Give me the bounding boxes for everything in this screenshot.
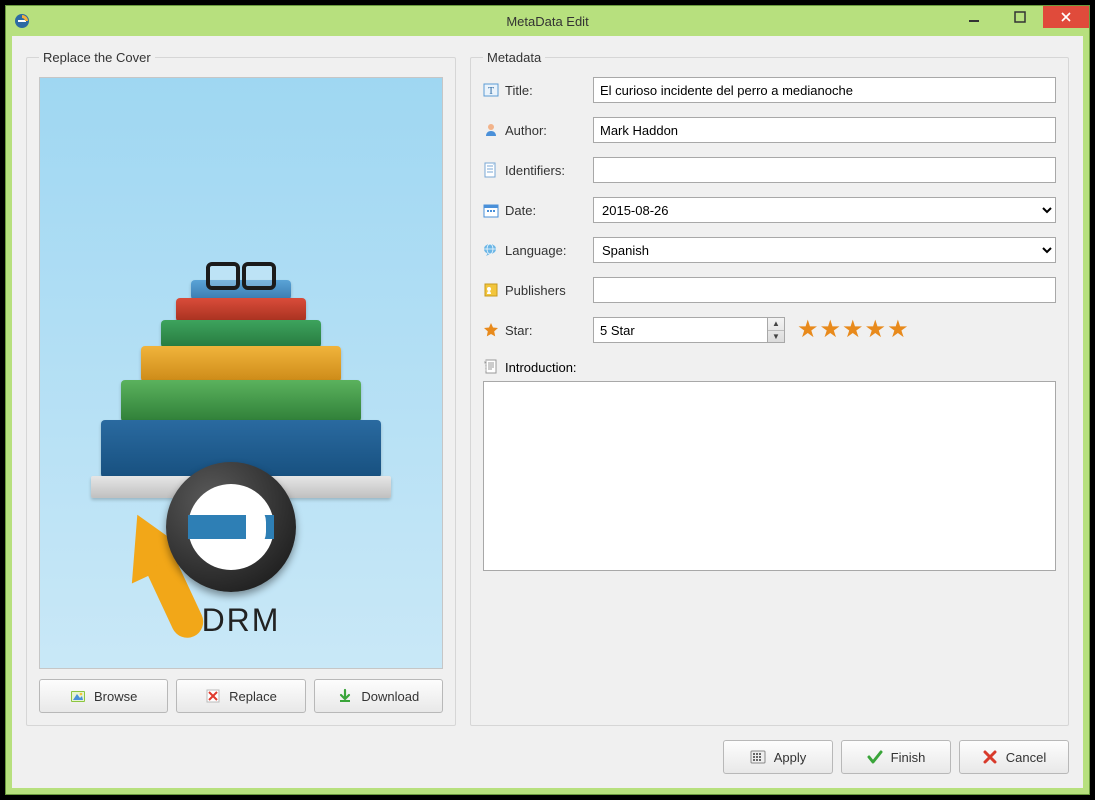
apply-button[interactable]: Apply <box>723 740 833 774</box>
spinner-buttons: ▲ ▼ <box>767 318 784 342</box>
title-label: Title: <box>505 83 533 98</box>
cover-group: Replace the Cover <box>26 50 456 726</box>
date-label: Date: <box>505 203 536 218</box>
star-spinner[interactable]: 5 Star ▲ ▼ <box>593 317 785 343</box>
title-input[interactable] <box>593 77 1056 103</box>
minimize-button[interactable] <box>951 6 997 28</box>
author-label: Author: <box>505 123 547 138</box>
download-button[interactable]: Download <box>314 679 443 713</box>
cover-art: DRM <box>46 84 436 662</box>
app-window: MetaData Edit Replace the Cover <box>5 5 1090 795</box>
date-icon <box>483 202 499 218</box>
star-filled-icon: ★ <box>865 318 887 342</box>
maximize-button[interactable] <box>997 6 1043 28</box>
metadata-group: Metadata T Title: <box>470 50 1069 726</box>
apply-icon <box>750 749 766 765</box>
download-label: Download <box>361 689 419 704</box>
metadata-legend: Metadata <box>483 50 545 65</box>
cancel-button[interactable]: Cancel <box>959 740 1069 774</box>
star-filled-icon: ★ <box>842 318 864 342</box>
download-icon <box>337 688 353 704</box>
star-label: Star: <box>505 323 532 338</box>
identifiers-icon <box>483 162 499 178</box>
title-icon: T <box>483 82 499 98</box>
introduction-icon <box>483 359 499 375</box>
client-area: Replace the Cover <box>12 36 1083 788</box>
star-display: ★ ★ ★ ★ ★ <box>797 318 909 342</box>
finish-icon <box>867 749 883 765</box>
introduction-label: Introduction: <box>505 360 577 375</box>
apply-label: Apply <box>774 750 807 765</box>
window-title: MetaData Edit <box>6 14 1089 29</box>
cancel-icon <box>982 749 998 765</box>
drm-badge: DRM <box>176 598 306 642</box>
identifiers-label: Identifiers: <box>505 163 565 178</box>
publishers-icon <box>483 282 499 298</box>
identifiers-row: Identifiers: <box>483 157 1056 183</box>
replace-icon <box>205 688 221 704</box>
language-label: Language: <box>505 243 566 258</box>
star-filled-icon: ★ <box>797 318 819 342</box>
app-icon <box>14 13 30 29</box>
svg-text:T: T <box>488 86 494 97</box>
introduction-textarea[interactable] <box>483 381 1056 571</box>
main-area: Replace the Cover <box>26 50 1069 726</box>
browse-button[interactable]: Browse <box>39 679 168 713</box>
replace-label: Replace <box>229 689 277 704</box>
publishers-input[interactable] <box>593 277 1056 303</box>
star-filled-icon: ★ <box>887 318 909 342</box>
titlebar: MetaData Edit <box>6 6 1089 36</box>
star-icon <box>483 322 499 338</box>
language-icon <box>483 242 499 258</box>
language-select[interactable]: Spanish <box>593 237 1056 263</box>
star-filled-icon: ★ <box>820 318 842 342</box>
introduction-label-row: Introduction: <box>483 359 1056 375</box>
browse-label: Browse <box>94 689 137 704</box>
finish-button[interactable]: Finish <box>841 740 951 774</box>
cover-actions: Browse Replace Download <box>39 679 443 713</box>
cover-image: DRM <box>39 77 443 669</box>
spinner-up[interactable]: ▲ <box>768 318 784 331</box>
publishers-label: Publishers <box>505 283 566 298</box>
title-row: T Title: <box>483 77 1056 103</box>
author-icon <box>483 122 499 138</box>
close-button[interactable] <box>1043 6 1089 28</box>
date-select[interactable]: 2015-08-26 <box>593 197 1056 223</box>
publishers-row: Publishers <box>483 277 1056 303</box>
author-input[interactable] <box>593 117 1056 143</box>
footer-buttons: Apply Finish Cancel <box>26 726 1069 774</box>
browse-icon <box>70 688 86 704</box>
cancel-label: Cancel <box>1006 750 1046 765</box>
star-value-text: 5 Star <box>600 323 635 338</box>
window-controls <box>951 6 1089 28</box>
drm-text: DRM <box>202 602 281 639</box>
identifiers-input[interactable] <box>593 157 1056 183</box>
spinner-down[interactable]: ▼ <box>768 331 784 343</box>
cover-legend: Replace the Cover <box>39 50 155 65</box>
finish-label: Finish <box>891 750 926 765</box>
sphere-logo <box>166 462 296 592</box>
replace-button[interactable]: Replace <box>176 679 305 713</box>
author-row: Author: <box>483 117 1056 143</box>
date-row: Date: 2015-08-26 <box>483 197 1056 223</box>
star-row: Star: 5 Star ▲ ▼ ★ ★ <box>483 317 1056 343</box>
language-row: Language: Spanish <box>483 237 1056 263</box>
